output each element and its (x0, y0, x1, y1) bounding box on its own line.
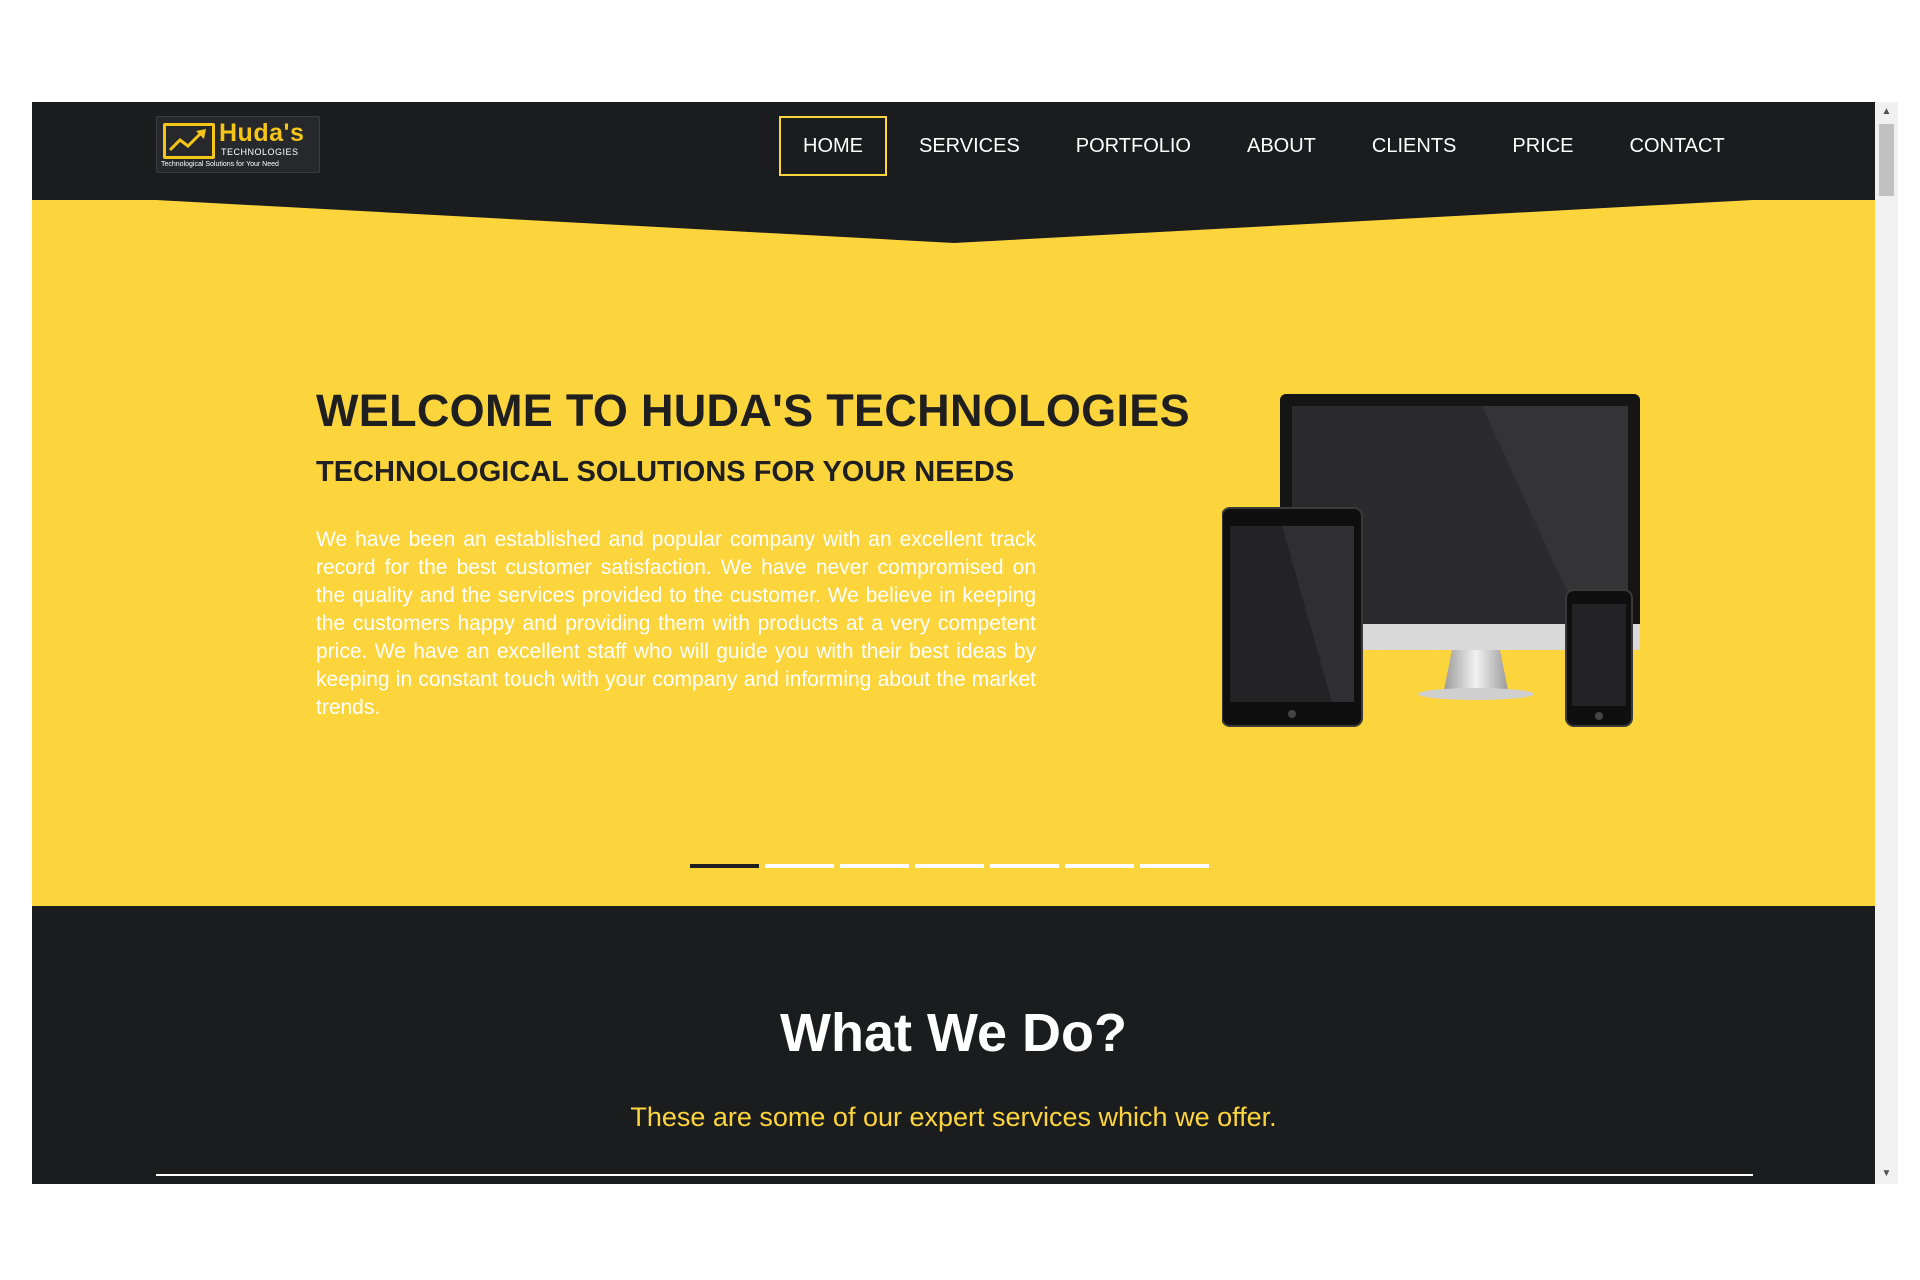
hero-title: WELCOME TO HUDA'S TECHNOLOGIES (316, 385, 1190, 436)
logo-tagline: Technological Solutions for Your Need (161, 161, 279, 168)
slider-dot[interactable] (990, 864, 1059, 868)
scrollbar-thumb[interactable] (1879, 124, 1894, 196)
nav-home[interactable]: HOME (779, 116, 887, 176)
nav-contact[interactable]: CONTACT (1606, 116, 1749, 176)
services-subtitle: These are some of our expert services wh… (630, 1102, 1277, 1132)
chevron-up-icon[interactable]: ▲ (1875, 102, 1898, 122)
hero-slider: WELCOME TO HUDA'S TECHNOLOGIES TECHNOLOG… (32, 200, 1875, 906)
chart-up-icon (163, 123, 215, 159)
section-divider (156, 1174, 1753, 1176)
navbar: Huda's TECHNOLOGIES Technological Soluti… (32, 102, 1875, 200)
hero-description: We have been an established and popular … (316, 528, 1036, 719)
nav-services[interactable]: SERVICES (895, 116, 1044, 176)
services-title: What We Do? (780, 1003, 1127, 1063)
nav-clients[interactable]: CLIENTS (1348, 116, 1480, 176)
vertical-scrollbar[interactable]: ▲ ▼ (1875, 102, 1898, 1184)
logo-brand: Huda's (219, 119, 305, 147)
services-section: What We Do? These are some of our expert… (32, 906, 1875, 1184)
hero-notch-divider (156, 200, 1753, 243)
nav-price[interactable]: PRICE (1488, 116, 1597, 176)
site-logo[interactable]: Huda's TECHNOLOGIES Technological Soluti… (156, 116, 320, 173)
browser-viewport: Huda's TECHNOLOGIES Technological Soluti… (32, 102, 1875, 1184)
slider-dot[interactable] (915, 864, 984, 868)
nav-about[interactable]: ABOUT (1223, 116, 1340, 176)
hero-subtitle: TECHNOLOGICAL SOLUTIONS FOR YOUR NEEDS (316, 456, 1015, 488)
slider-dot[interactable] (840, 864, 909, 868)
nav-portfolio[interactable]: PORTFOLIO (1052, 116, 1215, 176)
slider-pagination (690, 864, 1215, 868)
slider-dot[interactable] (1140, 864, 1209, 868)
slider-dot[interactable] (1065, 864, 1134, 868)
devices-illustration (1222, 394, 1640, 727)
slider-dot[interactable] (690, 864, 759, 868)
slider-dot[interactable] (765, 864, 834, 868)
chevron-down-icon[interactable]: ▼ (1875, 1164, 1898, 1184)
logo-subtitle: TECHNOLOGIES (221, 147, 299, 157)
main-nav: HOME SERVICES PORTFOLIO ABOUT CLIENTS PR… (779, 116, 1757, 176)
